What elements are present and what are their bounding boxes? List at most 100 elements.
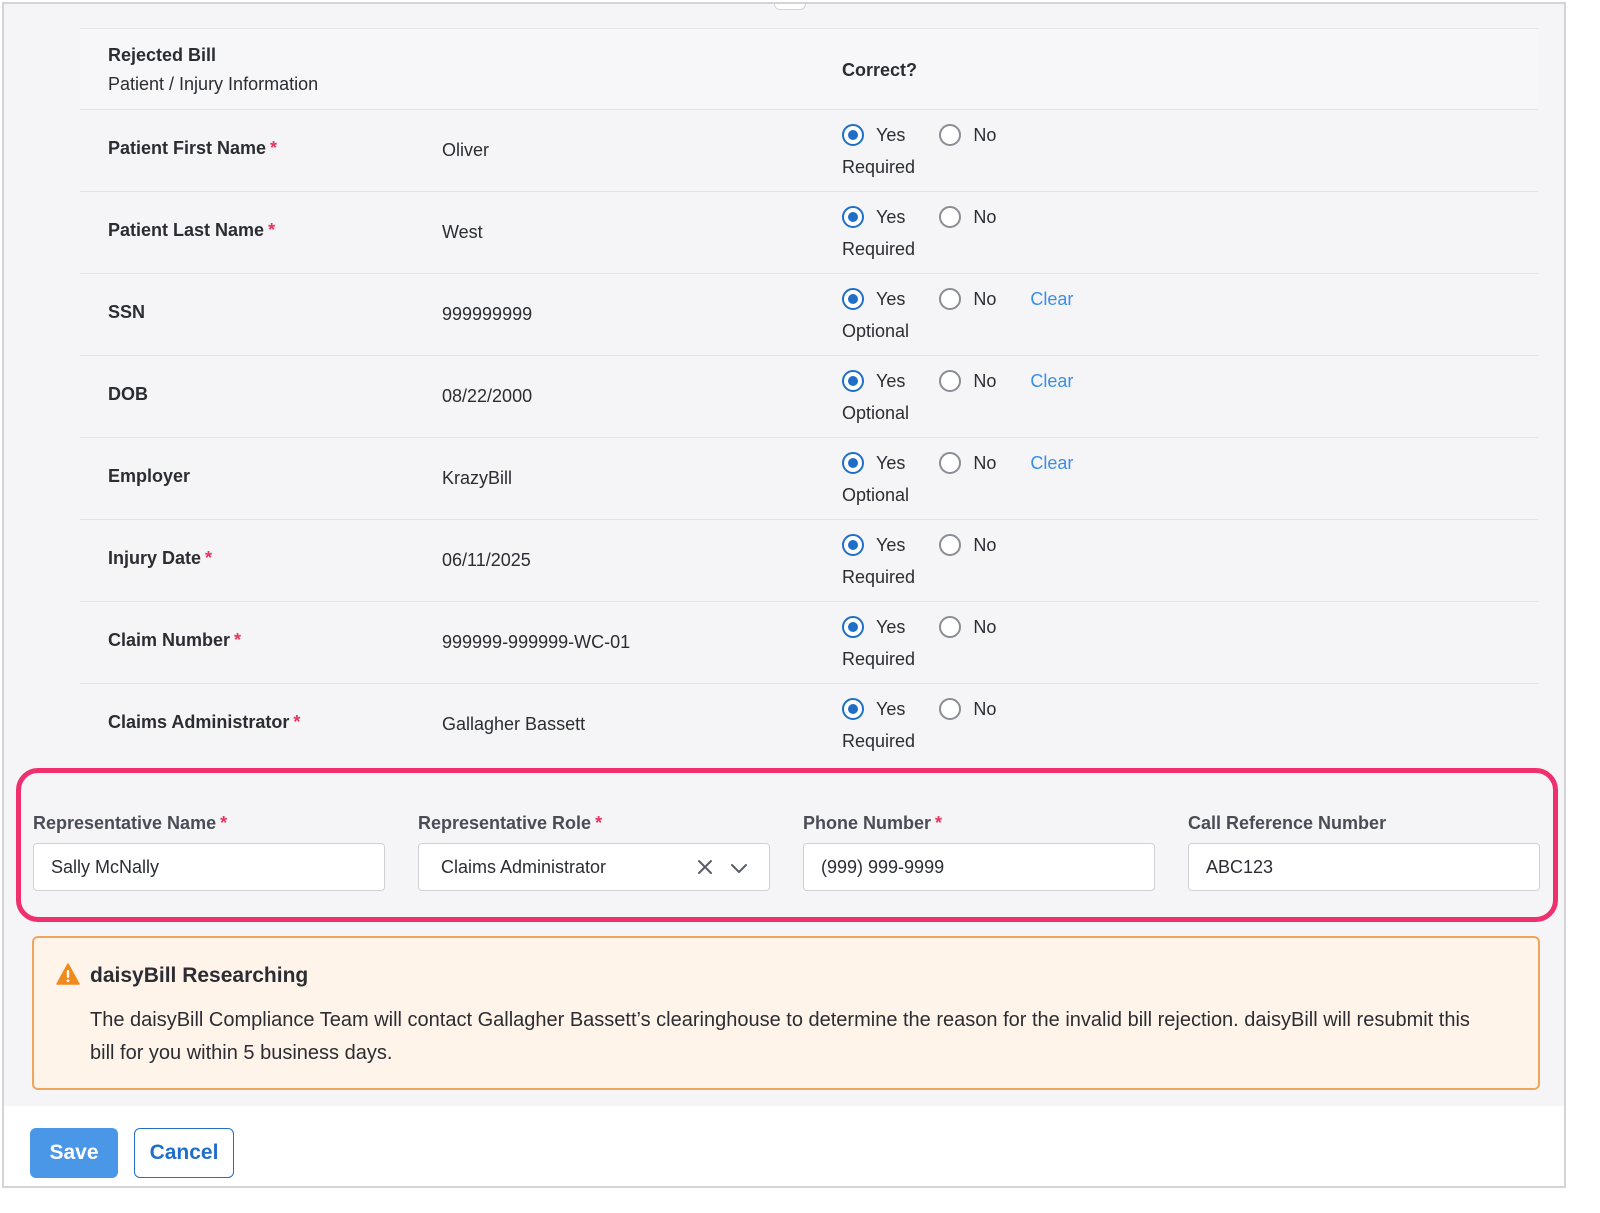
radio-circle-icon bbox=[842, 452, 864, 474]
field-value-ssn: 999999999 bbox=[442, 304, 533, 324]
table-row: Claims Administrator * Gallagher Bassett Ye… bbox=[80, 684, 1538, 766]
correct-radio-group: Yes No Clear bbox=[842, 452, 1073, 474]
save-button[interactable]: Save bbox=[30, 1128, 118, 1178]
notice-title: daisyBill Researching bbox=[90, 964, 309, 987]
representative-section: Representative Name* Representative Role… bbox=[16, 768, 1558, 922]
representative-role-field: Representative Role * Claims Administrato… bbox=[418, 813, 770, 891]
radio-no[interactable]: No bbox=[939, 534, 996, 556]
representative-role-label: Representative Role * bbox=[418, 813, 603, 833]
radio-circle-icon bbox=[842, 534, 864, 556]
radio-no[interactable]: No bbox=[939, 370, 996, 392]
radio-yes[interactable]: Yes bbox=[842, 370, 905, 392]
field-value-claims-administrator: Gallagher Bassett bbox=[442, 714, 586, 734]
phone-number-label: Phone Number * bbox=[803, 813, 943, 833]
radio-no[interactable]: No bbox=[939, 206, 996, 228]
radio-circle-icon bbox=[939, 124, 962, 146]
radio-circle-icon bbox=[842, 616, 864, 638]
field-label-patient-last-name: Patient Last Name * bbox=[108, 220, 276, 240]
required-star: * bbox=[935, 813, 943, 833]
field-label-patient-first-name: Patient First Name * bbox=[108, 138, 278, 158]
panel-handle bbox=[774, 4, 806, 10]
field-value-patient-last-name: West bbox=[442, 222, 483, 242]
radio-circle-icon bbox=[939, 370, 962, 392]
table-header: Rejected Bill Patient / Injury Informati… bbox=[80, 28, 1538, 110]
field-status: Optional bbox=[842, 321, 910, 341]
radio-yes[interactable]: Yes bbox=[842, 206, 905, 228]
radio-yes[interactable]: Yes bbox=[842, 124, 905, 146]
field-value-dob: 08/22/2000 bbox=[442, 386, 533, 406]
clear-link[interactable]: Clear bbox=[1030, 453, 1073, 474]
field-label-injury-date: Injury Date * bbox=[108, 548, 213, 568]
field-value-claim-number: 999999-999999-WC-01 bbox=[442, 632, 631, 652]
radio-no[interactable]: No bbox=[939, 698, 996, 720]
correct-radio-group: Yes No bbox=[842, 698, 1030, 720]
table-row: Patient First Name * Oliver Yes No Required bbox=[80, 110, 1538, 192]
radio-circle-icon bbox=[939, 288, 962, 310]
radio-yes[interactable]: Yes bbox=[842, 534, 905, 556]
field-status: Required bbox=[842, 649, 916, 669]
notice-body: The daisyBill Compliance Team will conta… bbox=[90, 1009, 1470, 1064]
clear-selection-icon[interactable] bbox=[695, 857, 715, 877]
representative-name-input[interactable] bbox=[33, 843, 385, 891]
phone-number-input[interactable] bbox=[803, 843, 1155, 891]
field-label-claims-administrator: Claims Administrator * bbox=[108, 712, 301, 732]
field-status: Optional bbox=[842, 403, 910, 423]
clear-link[interactable]: Clear bbox=[1030, 289, 1073, 310]
required-star: * bbox=[595, 813, 603, 833]
chevron-down-icon[interactable] bbox=[729, 858, 749, 878]
correct-radio-group: Yes No bbox=[842, 534, 1030, 556]
field-label-dob: DOB bbox=[108, 384, 148, 404]
required-star: * bbox=[268, 220, 276, 240]
table-row: Employer KrazyBill Yes No Clear Optional bbox=[80, 438, 1538, 520]
field-label-claim-number: Claim Number * bbox=[108, 630, 242, 650]
field-status: Required bbox=[842, 239, 916, 259]
radio-yes[interactable]: Yes bbox=[842, 616, 905, 638]
radio-circle-icon bbox=[939, 698, 962, 720]
radio-circle-icon bbox=[939, 206, 962, 228]
patient-info-table: Rejected Bill Patient / Injury Informati… bbox=[80, 28, 1538, 766]
field-label-ssn: SSN bbox=[108, 302, 146, 322]
field-value-employer: KrazyBill bbox=[442, 468, 513, 488]
table-row: Injury Date * 06/11/2025 Yes No Required bbox=[80, 520, 1538, 602]
representative-role-value: Claims Administrator bbox=[441, 857, 607, 877]
radio-no[interactable]: No bbox=[939, 452, 996, 474]
table-row: SSN 999999999 Yes No Clear Optional bbox=[80, 274, 1538, 356]
radio-no[interactable]: No bbox=[939, 124, 996, 146]
table-row: DOB 08/22/2000 Yes No Clear Optional bbox=[80, 356, 1538, 438]
field-value-injury-date: 06/11/2025 bbox=[442, 550, 531, 570]
representative-name-field: Representative Name * bbox=[33, 813, 385, 891]
radio-yes[interactable]: Yes bbox=[842, 288, 905, 310]
call-reference-input[interactable] bbox=[1188, 843, 1540, 891]
radio-circle-icon bbox=[842, 288, 864, 310]
cancel-button[interactable]: Cancel bbox=[134, 1128, 234, 1178]
field-label-employer: Employer bbox=[108, 466, 191, 486]
correct-radio-group: Yes No bbox=[842, 124, 1030, 146]
field-status: Required bbox=[842, 731, 916, 751]
radio-yes[interactable]: Yes bbox=[842, 452, 905, 474]
radio-yes[interactable]: Yes bbox=[842, 698, 905, 720]
radio-circle-icon bbox=[939, 616, 962, 638]
correct-radio-group: Yes No bbox=[842, 616, 1030, 638]
required-star: * bbox=[220, 813, 228, 833]
phone-number-field: Phone Number * bbox=[803, 813, 1155, 891]
warning-icon bbox=[56, 963, 80, 985]
table-row: Patient Last Name * West Yes No Required bbox=[80, 192, 1538, 274]
correct-radio-group: Yes No bbox=[842, 206, 1030, 228]
clear-link[interactable]: Clear bbox=[1030, 371, 1073, 392]
correct-radio-group: Yes No Clear bbox=[842, 370, 1073, 392]
field-status: Required bbox=[842, 567, 916, 587]
radio-circle-icon bbox=[842, 124, 864, 146]
research-notice: daisyBill Researching The daisyBill Comp… bbox=[32, 936, 1540, 1090]
field-value-patient-first-name: Oliver bbox=[442, 140, 490, 160]
table-body: Patient First Name * Oliver Yes No Required Pa… bbox=[80, 110, 1538, 766]
table-subtitle: Patient / Injury Information bbox=[108, 74, 319, 94]
radio-circle-icon bbox=[842, 206, 864, 228]
radio-circle-icon bbox=[939, 534, 962, 556]
radio-circle-icon bbox=[842, 698, 864, 720]
field-status: Required bbox=[842, 157, 916, 177]
bill-review-panel: Rejected Bill Patient / Injury Informati… bbox=[2, 2, 1566, 1188]
radio-no[interactable]: No bbox=[939, 616, 996, 638]
required-star: * bbox=[270, 138, 278, 158]
radio-no[interactable]: No bbox=[939, 288, 996, 310]
representative-role-select[interactable]: Claims Administrator bbox=[418, 843, 770, 891]
